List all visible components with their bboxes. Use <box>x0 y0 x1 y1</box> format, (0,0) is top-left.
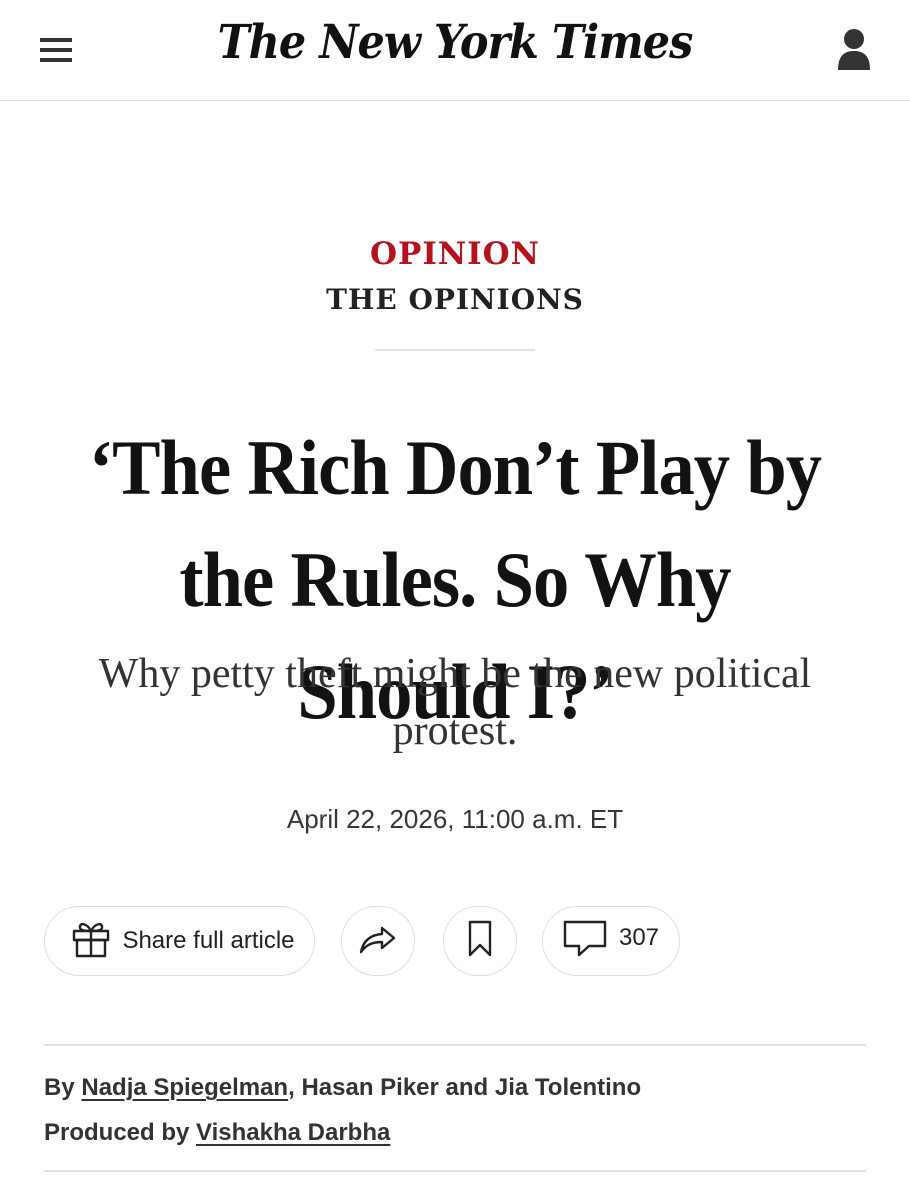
byline-top-divider <box>44 1044 866 1046</box>
author-jia-tolentino: Jia Tolentino <box>494 1074 642 1101</box>
share-button[interactable] <box>341 906 415 976</box>
author-link-nadja-spiegelman[interactable]: Nadja Spiegelman <box>81 1074 288 1101</box>
comments-button[interactable]: 307 <box>542 906 680 976</box>
comment-bubble-icon <box>563 920 607 963</box>
nyt-logo[interactable]: The New York Times <box>0 16 910 70</box>
series-label[interactable]: THE OPINIONS <box>0 283 910 316</box>
share-arrow-icon <box>358 923 398 960</box>
gift-icon <box>70 918 112 965</box>
produced-by-prefix: Produced by <box>44 1119 190 1146</box>
byline-bottom-divider <box>44 1170 866 1172</box>
byline-separator: , <box>288 1074 295 1101</box>
bookmark-icon <box>467 920 493 963</box>
article-summary: Why petty theft might be the new politic… <box>98 651 812 754</box>
byline-prefix: By <box>44 1074 75 1101</box>
comments-count: 307 <box>618 924 660 951</box>
section-label[interactable]: OPINION <box>0 236 910 272</box>
masthead: The New York Times <box>0 0 910 101</box>
byline-conjunction: and <box>445 1074 489 1101</box>
byline-producer: Produced by Vishakha Darbha <box>44 1119 866 1147</box>
byline-authors: By Nadja Spiegelman, Hasan Piker and Jia… <box>44 1074 866 1102</box>
kicker-divider <box>375 349 535 351</box>
share-full-article-label: Share full article <box>122 927 295 954</box>
article-dateline: April 22, 2026, 11:00 a.m. ET <box>286 804 624 834</box>
author-hasan-piker: Hasan Piker <box>301 1074 439 1101</box>
producer-link-vishakha-darbha[interactable]: Vishakha Darbha <box>196 1119 390 1146</box>
save-bookmark-button[interactable] <box>443 906 517 976</box>
user-account-icon[interactable] <box>836 28 872 72</box>
share-full-article-button[interactable]: Share full article <box>44 906 315 976</box>
